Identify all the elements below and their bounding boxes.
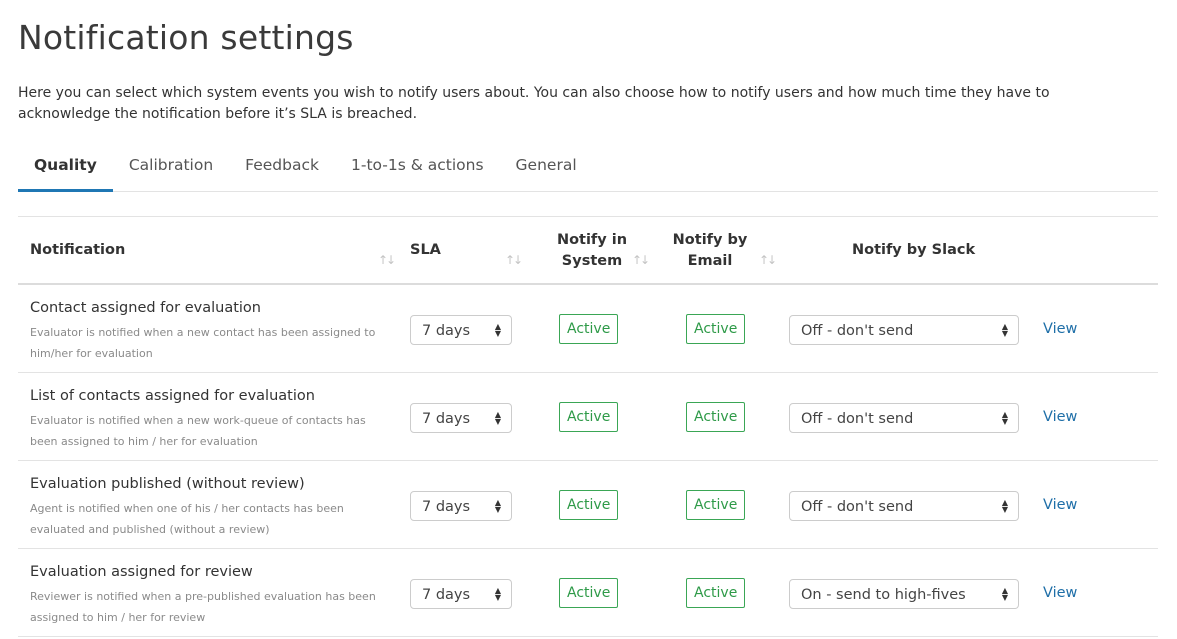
header-notify-email[interactable]: Notify by Email (670, 230, 750, 272)
notification-title: Evaluation assigned for review (30, 564, 253, 580)
table-row: List of contacts assigned for evaluation… (18, 373, 1158, 461)
view-link[interactable]: View (1043, 321, 1077, 337)
system-status-badge[interactable]: Active (559, 314, 619, 344)
tab-calibration[interactable]: Calibration (113, 145, 229, 189)
table-row: Contact assigned for evaluation Evaluato… (18, 285, 1158, 373)
notification-description: Reviewer is notified when a pre-publishe… (30, 590, 376, 624)
page-intro: Here you can select which system events … (18, 85, 1050, 122)
tab-bar: Quality Calibration Feedback 1-to-1s & a… (18, 145, 1158, 192)
sort-icon[interactable]: ↑↓ (505, 253, 523, 267)
view-link[interactable]: View (1043, 585, 1077, 601)
notification-description: Evaluator is notified when a new work-qu… (30, 414, 366, 448)
notification-title: List of contacts assigned for evaluation (30, 388, 315, 404)
sla-select[interactable]: 7 days ▲ ▼ (410, 579, 512, 609)
system-status-badge[interactable]: Active (559, 402, 619, 432)
system-status-badge[interactable]: Active (559, 578, 619, 608)
select-caret-icon: ▲ ▼ (494, 586, 501, 602)
sla-select[interactable]: 7 days ▲ ▼ (410, 403, 512, 433)
view-link[interactable]: View (1043, 497, 1077, 513)
slack-select[interactable]: Off - don't send ▲ ▼ (789, 491, 1019, 521)
notification-title: Contact assigned for evaluation (30, 300, 261, 316)
page-title: Notification settings (18, 18, 354, 57)
notification-table: Notification ↑↓ SLA ↑↓ Notify in System … (18, 216, 1158, 637)
email-status-badge[interactable]: Active (686, 490, 746, 520)
tab-general[interactable]: General (500, 145, 593, 189)
select-caret-icon: ▲ ▼ (1001, 586, 1008, 602)
slack-select[interactable]: On - send to high-fives ▲ ▼ (789, 579, 1019, 609)
table-header: Notification ↑↓ SLA ↑↓ Notify in System … (18, 217, 1158, 285)
header-sla[interactable]: SLA (410, 240, 441, 261)
header-notify-system[interactable]: Notify in System (552, 230, 632, 272)
tab-1-to-1s-actions[interactable]: 1-to-1s & actions (335, 145, 500, 189)
system-status-badge[interactable]: Active (559, 490, 619, 520)
notification-title: Evaluation published (without review) (30, 476, 305, 492)
select-caret-icon: ▲ ▼ (494, 410, 501, 426)
slack-select[interactable]: Off - don't send ▲ ▼ (789, 315, 1019, 345)
select-caret-icon: ▲ ▼ (494, 322, 501, 338)
select-caret-icon: ▲ ▼ (1001, 410, 1008, 426)
table-row: Evaluation published (without review) Ag… (18, 461, 1158, 549)
sla-select[interactable]: 7 days ▲ ▼ (410, 491, 512, 521)
select-caret-icon: ▲ ▼ (1001, 322, 1008, 338)
select-caret-icon: ▲ ▼ (1001, 498, 1008, 514)
view-link[interactable]: View (1043, 409, 1077, 425)
tab-quality[interactable]: Quality (18, 145, 113, 192)
table-row: Evaluation assigned for review Reviewer … (18, 549, 1158, 637)
email-status-badge[interactable]: Active (686, 402, 746, 432)
email-status-badge[interactable]: Active (686, 578, 746, 608)
slack-select[interactable]: Off - don't send ▲ ▼ (789, 403, 1019, 433)
select-caret-icon: ▲ ▼ (494, 498, 501, 514)
sort-icon[interactable]: ↑↓ (378, 253, 396, 267)
sort-icon[interactable]: ↑↓ (759, 253, 777, 267)
header-notify-slack: Notify by Slack (852, 242, 976, 258)
sla-select[interactable]: 7 days ▲ ▼ (410, 315, 512, 345)
header-notification[interactable]: Notification (30, 240, 125, 261)
notification-description: Evaluator is notified when a new contact… (30, 326, 376, 360)
tab-feedback[interactable]: Feedback (229, 145, 335, 189)
sort-icon[interactable]: ↑↓ (632, 253, 650, 267)
notification-description: Agent is notified when one of his / her … (30, 502, 344, 536)
email-status-badge[interactable]: Active (686, 314, 746, 344)
